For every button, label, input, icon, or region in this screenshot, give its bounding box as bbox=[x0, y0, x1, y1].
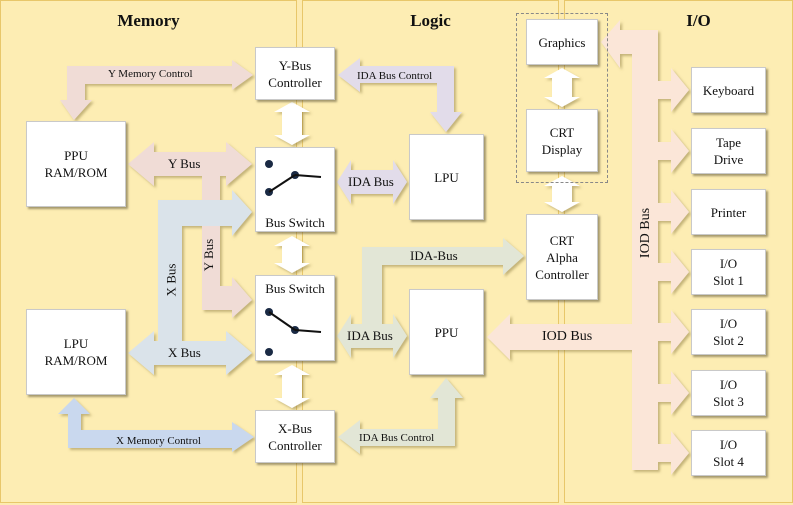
ybus-controller-block[interactable]: Y-Bus Controller bbox=[255, 47, 335, 100]
bus-switch-bottom-block[interactable]: Bus Switch bbox=[255, 275, 335, 361]
x-bus-vertical-label: X Bus bbox=[163, 263, 179, 297]
printer-block[interactable]: Printer bbox=[691, 189, 766, 235]
x-memory-control-label: X Memory Control bbox=[116, 435, 201, 447]
y-bus-horizontal-label: Y Bus bbox=[168, 156, 201, 171]
ida-bus-top-label: IDA Bus bbox=[348, 174, 394, 189]
io-slot-1-block[interactable]: I/O Slot 1 bbox=[691, 249, 766, 295]
iod-branch-arrow-2 bbox=[656, 129, 689, 173]
bus-switch-top-block[interactable]: Bus Switch bbox=[255, 147, 335, 232]
y-memory-control-label: Y Memory Control bbox=[108, 68, 193, 80]
ida-bus-bottom-label: IDA Bus bbox=[347, 328, 393, 343]
io-slot-4-block[interactable]: I/O Slot 4 bbox=[691, 430, 766, 476]
lpu-block[interactable]: LPU bbox=[409, 134, 484, 220]
crt-display-block[interactable]: CRT Display bbox=[526, 109, 598, 172]
io-slot-3-block[interactable]: I/O Slot 3 bbox=[691, 370, 766, 416]
y-bus-vertical-label: Y Bus bbox=[201, 238, 217, 272]
ida-bus-control-bottom-label: IDA Bus Control bbox=[359, 432, 435, 444]
iod-branch-arrow-4 bbox=[656, 250, 689, 294]
iod-branch-arrow-1 bbox=[656, 68, 689, 112]
iod-branch-arrow-6 bbox=[656, 371, 689, 415]
iod-bus-vertical-label: IOD Bus bbox=[638, 207, 654, 259]
bus-switch-top-label: Bus Switch bbox=[265, 215, 325, 230]
keyboard-block[interactable]: Keyboard bbox=[691, 67, 766, 113]
switch-to-xbus-link bbox=[274, 365, 310, 408]
iod-branch-arrow-3 bbox=[656, 190, 689, 234]
x-bus-horizontal-label: X Bus bbox=[168, 345, 201, 360]
ida-bus-crt-label: IDA-Bus bbox=[410, 248, 458, 263]
ppu-ram-rom-block[interactable]: PPU RAM/ROM bbox=[26, 121, 126, 207]
io-slot-2-block[interactable]: I/O Slot 2 bbox=[691, 309, 766, 355]
iod-branch-arrow-5 bbox=[656, 310, 689, 354]
ida-bus-control-top-label: IDA Bus Control bbox=[357, 70, 433, 82]
switch-to-switch-link bbox=[274, 236, 310, 273]
iod-bus-horizontal-label: IOD Bus bbox=[542, 329, 593, 344]
ybus-to-switch-link bbox=[274, 102, 310, 145]
tape-drive-block[interactable]: Tape Drive bbox=[691, 128, 766, 174]
switch-bottom-icon bbox=[265, 308, 322, 356]
switch-top-icon bbox=[265, 160, 322, 196]
graphics-block[interactable]: Graphics bbox=[526, 19, 598, 65]
lpu-ram-rom-block[interactable]: LPU RAM/ROM bbox=[26, 309, 126, 395]
xbus-controller-block[interactable]: X-Bus Controller bbox=[255, 410, 335, 463]
ppu-block[interactable]: PPU bbox=[409, 289, 484, 375]
crt-alpha-controller-block[interactable]: CRT Alpha Controller bbox=[526, 214, 598, 300]
iod-branch-arrow-7 bbox=[656, 431, 689, 475]
